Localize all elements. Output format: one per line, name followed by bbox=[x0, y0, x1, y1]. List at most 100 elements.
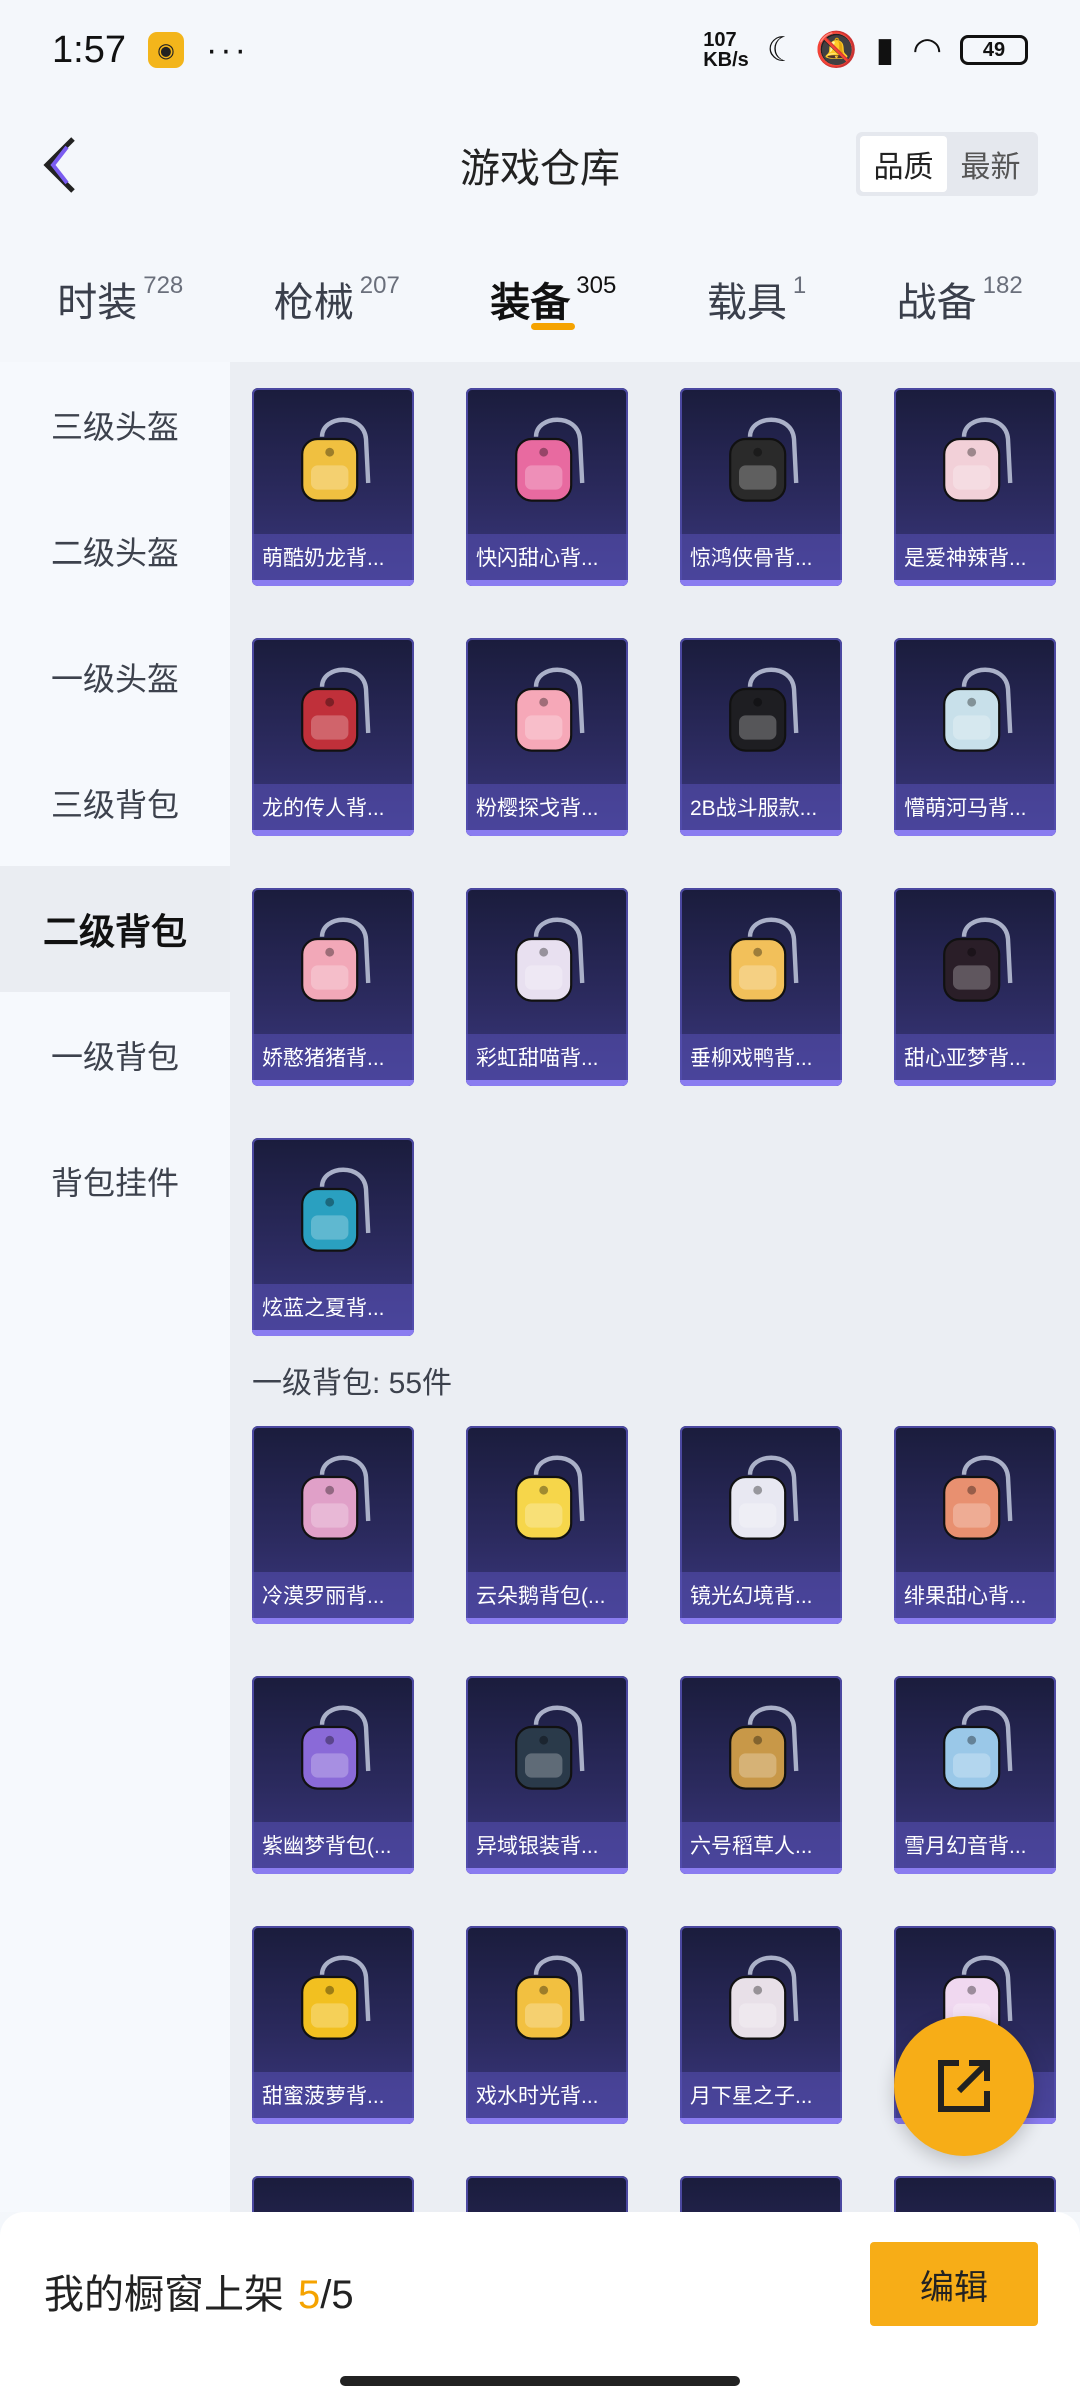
item-card[interactable] bbox=[894, 2176, 1056, 2212]
tab-weapons[interactable]: 枪械 207 bbox=[274, 250, 400, 340]
home-indicator bbox=[340, 2376, 740, 2386]
backpack-icon bbox=[515, 1455, 585, 1540]
item-name: 异域银装背... bbox=[466, 1822, 628, 1868]
network-speed-value: 107 bbox=[703, 29, 737, 51]
item-card[interactable]: 彩虹甜喵背... bbox=[466, 888, 628, 1086]
item-card[interactable]: 紫幽梦背包(... bbox=[252, 1676, 414, 1874]
item-name: 雪月幻音背... bbox=[894, 1822, 1056, 1868]
category-tabs: 时装 728 枪械 207 装备 305 载具 1 战备 182 bbox=[0, 250, 1080, 350]
item-card[interactable] bbox=[680, 2176, 842, 2212]
item-name: 懵萌河马背... bbox=[894, 784, 1056, 830]
item-name: 月下星之子... bbox=[680, 2072, 842, 2118]
tab-equipment[interactable]: 装备 305 bbox=[490, 250, 616, 340]
item-name: 快闪甜心背... bbox=[466, 534, 628, 580]
item-content[interactable]: 萌酷奶龙背... 快闪甜心背... 惊鸿侠骨背... 是爱神辣背... 龙的传人背...… bbox=[230, 362, 1080, 2212]
item-card[interactable]: 粉樱探戈背... bbox=[466, 638, 628, 836]
tab-label: 装备 bbox=[490, 281, 571, 325]
item-name: 六号稻草人... bbox=[680, 1822, 842, 1868]
item-name: 绯果甜心背... bbox=[894, 1572, 1056, 1618]
backpack-icon bbox=[943, 417, 1013, 502]
side-item-backpack-1[interactable]: 一级背包 bbox=[0, 992, 230, 1118]
tab-battle-gear[interactable]: 战备 182 bbox=[897, 250, 1023, 340]
item-card[interactable]: 月下星之子... bbox=[680, 1926, 842, 2124]
item-thumbnail bbox=[466, 1426, 628, 1572]
back-button[interactable] bbox=[24, 130, 94, 200]
tab-label: 枪械 bbox=[273, 281, 354, 325]
item-name: 2B战斗服款... bbox=[680, 784, 842, 830]
item-name: 粉樱探戈背... bbox=[466, 784, 628, 830]
backpack-icon bbox=[515, 1955, 585, 2040]
backpack-icon bbox=[729, 667, 799, 752]
item-card[interactable]: 冷漠罗丽背... bbox=[252, 1426, 414, 1624]
item-card[interactable]: 惊鸿侠骨背... bbox=[680, 388, 842, 586]
backpack-icon bbox=[301, 1455, 371, 1540]
item-card[interactable]: 快闪甜心背... bbox=[466, 388, 628, 586]
item-card[interactable]: 炫蓝之夏背... bbox=[252, 1138, 414, 1336]
item-thumbnail bbox=[252, 888, 414, 1034]
item-card[interactable] bbox=[252, 2176, 414, 2212]
item-thumbnail bbox=[466, 1926, 628, 2072]
side-item-backpack-2[interactable]: 二级背包 bbox=[0, 866, 230, 992]
item-card[interactable]: 2B战斗服款... bbox=[680, 638, 842, 836]
side-item-helmet-3[interactable]: 三级头盔 bbox=[0, 362, 230, 488]
tab-fashion[interactable]: 时装 728 bbox=[57, 250, 183, 340]
item-card[interactable]: 垂柳戏鸭背... bbox=[680, 888, 842, 1086]
level1-backpack-grid: 冷漠罗丽背... 云朵鹅背包(... 镜光幻境背... 绯果甜心背... 紫幽梦背包(.… bbox=[252, 1426, 1056, 2124]
item-card[interactable]: 是爱神辣背... bbox=[894, 388, 1056, 586]
backpack-icon bbox=[301, 917, 371, 1002]
backpack-icon bbox=[301, 667, 371, 752]
tab-label: 战备 bbox=[896, 281, 977, 325]
tab-count: 182 bbox=[982, 272, 1023, 299]
item-thumbnail bbox=[252, 1426, 414, 1572]
item-thumbnail bbox=[680, 1426, 842, 1572]
item-card[interactable]: 异域银装背... bbox=[466, 1676, 628, 1874]
item-thumbnail bbox=[466, 1676, 628, 1822]
item-thumbnail bbox=[894, 388, 1056, 534]
item-card[interactable]: 六号稻草人... bbox=[680, 1676, 842, 1874]
item-thumbnail bbox=[252, 1926, 414, 2072]
side-item-backpack-3[interactable]: 三级背包 bbox=[0, 740, 230, 866]
backpack-icon bbox=[301, 417, 371, 502]
showcase-total: /5 bbox=[320, 2273, 354, 2317]
tab-count: 728 bbox=[143, 272, 184, 299]
item-card[interactable]: 龙的传人背... bbox=[252, 638, 414, 836]
item-name: 龙的传人背... bbox=[252, 784, 414, 830]
network-speed: 107 KB/s bbox=[703, 30, 749, 70]
item-card[interactable]: 懵萌河马背... bbox=[894, 638, 1056, 836]
backpack-icon bbox=[943, 1455, 1013, 1540]
item-card[interactable]: 娇憨猪猪背... bbox=[252, 888, 414, 1086]
tab-vehicles[interactable]: 载具 1 bbox=[707, 250, 806, 340]
item-card[interactable] bbox=[466, 2176, 628, 2212]
backpack-icon bbox=[943, 667, 1013, 752]
tab-label: 载具 bbox=[706, 281, 787, 325]
item-card[interactable]: 云朵鹅背包(... bbox=[466, 1426, 628, 1624]
chevron-left-icon bbox=[43, 137, 75, 193]
side-item-helmet-1[interactable]: 一级头盔 bbox=[0, 614, 230, 740]
status-time: 1:57 bbox=[52, 28, 126, 71]
share-button[interactable] bbox=[894, 2016, 1034, 2156]
side-item-backpack-charm[interactable]: 背包挂件 bbox=[0, 1118, 230, 1244]
sort-quality-button[interactable]: 品质 bbox=[860, 136, 947, 192]
edit-button[interactable]: 编辑 bbox=[870, 2242, 1038, 2326]
item-name: 娇憨猪猪背... bbox=[252, 1034, 414, 1080]
item-name: 戏水时光背... bbox=[466, 2072, 628, 2118]
item-card[interactable]: 雪月幻音背... bbox=[894, 1676, 1056, 1874]
showcase-status: 我的橱窗上架 5 /5 bbox=[44, 2262, 354, 2320]
tab-count: 305 bbox=[576, 272, 617, 299]
item-card[interactable]: 甜蜜菠萝背... bbox=[252, 1926, 414, 2124]
item-card[interactable]: 镜光幻境背... bbox=[680, 1426, 842, 1624]
sort-latest-button[interactable]: 最新 bbox=[947, 136, 1034, 192]
wifi-icon: ◠ bbox=[912, 31, 942, 69]
item-card[interactable]: 戏水时光背... bbox=[466, 1926, 628, 2124]
backpack-icon bbox=[301, 1955, 371, 2040]
status-left: 1:57 ◉ ··· bbox=[52, 29, 249, 72]
backpack-icon bbox=[729, 1455, 799, 1540]
item-card[interactable]: 甜心亚梦背... bbox=[894, 888, 1056, 1086]
item-card[interactable]: 绯果甜心背... bbox=[894, 1426, 1056, 1624]
item-card[interactable]: 萌酷奶龙背... bbox=[252, 388, 414, 586]
bottom-bar: 我的橱窗上架 5 /5 编辑 bbox=[0, 2212, 1080, 2400]
level2-backpack-grid: 萌酷奶龙背... 快闪甜心背... 惊鸿侠骨背... 是爱神辣背... 龙的传人背...… bbox=[252, 388, 1056, 1336]
side-item-helmet-2[interactable]: 二级头盔 bbox=[0, 488, 230, 614]
backpack-icon bbox=[301, 1167, 371, 1252]
moon-icon: ☾ bbox=[766, 31, 798, 69]
